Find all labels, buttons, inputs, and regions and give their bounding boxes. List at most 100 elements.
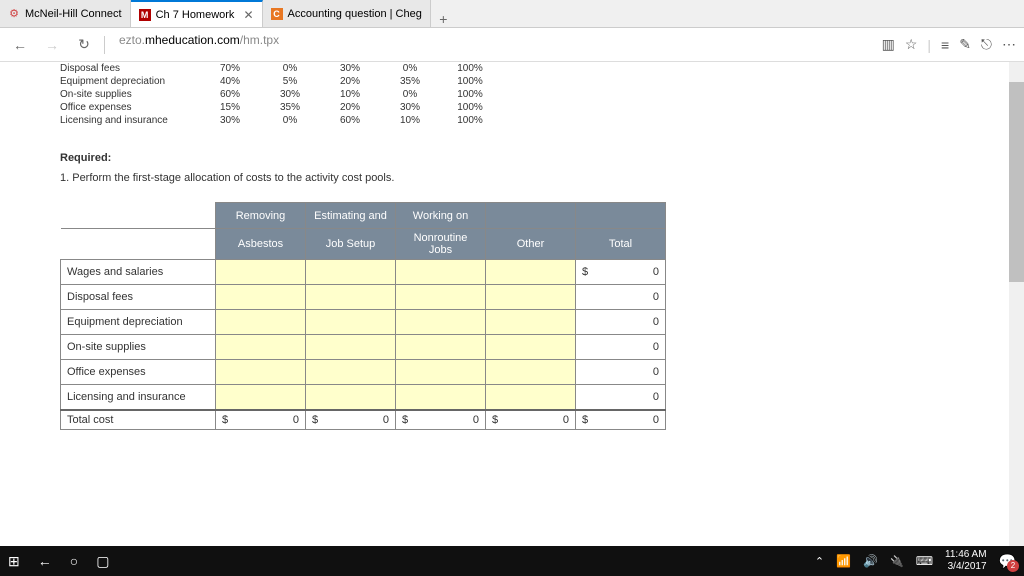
- input-cell[interactable]: [486, 285, 576, 310]
- amount-input[interactable]: [222, 388, 299, 406]
- tab-item[interactable]: C Accounting question | Cheg: [263, 0, 431, 27]
- input-cell[interactable]: [216, 360, 306, 385]
- amount-input[interactable]: [222, 263, 299, 281]
- cell: 0%: [260, 62, 320, 75]
- cell: 30%: [200, 114, 260, 127]
- input-cell[interactable]: [486, 335, 576, 360]
- input-cell[interactable]: [306, 285, 396, 310]
- total-cell: $0: [396, 410, 486, 430]
- input-cell[interactable]: [396, 385, 486, 411]
- amount-input[interactable]: [492, 288, 569, 306]
- amount-input[interactable]: [222, 288, 299, 306]
- amount-input[interactable]: [492, 363, 569, 381]
- amount-input[interactable]: [402, 263, 479, 281]
- total-cell: 0: [576, 310, 666, 335]
- forward-button[interactable]: →: [40, 33, 64, 57]
- amount-input[interactable]: [312, 363, 389, 381]
- col-header: Asbestos: [216, 229, 306, 260]
- taskview-icon[interactable]: ▢: [96, 553, 109, 570]
- power-icon[interactable]: 🔌: [890, 555, 904, 568]
- input-cell[interactable]: [306, 310, 396, 335]
- input-cell[interactable]: [486, 385, 576, 411]
- amount-input[interactable]: [492, 313, 569, 331]
- input-cell[interactable]: [396, 285, 486, 310]
- input-cell[interactable]: [396, 335, 486, 360]
- amount-input[interactable]: [402, 288, 479, 306]
- amount-input[interactable]: [312, 338, 389, 356]
- input-cell[interactable]: [486, 360, 576, 385]
- total-cell: 0: [576, 285, 666, 310]
- input-cell[interactable]: [306, 385, 396, 411]
- tab-item-active[interactable]: M Ch 7 Homework ✕: [131, 0, 263, 27]
- amount-input[interactable]: [222, 338, 299, 356]
- table-row: Office expenses15%35%20%30%100%: [60, 101, 500, 114]
- tray-icon[interactable]: ⌃: [815, 555, 824, 568]
- input-cell[interactable]: [306, 335, 396, 360]
- cell: 60%: [200, 88, 260, 101]
- hub-icon[interactable]: ≡: [941, 37, 949, 53]
- cell: 100%: [440, 114, 500, 127]
- cell: 15%: [200, 101, 260, 114]
- amount-input[interactable]: [222, 363, 299, 381]
- input-cell[interactable]: [216, 310, 306, 335]
- input-cell[interactable]: [486, 310, 576, 335]
- amount-input[interactable]: [402, 388, 479, 406]
- input-cell[interactable]: [216, 385, 306, 411]
- input-cell[interactable]: [396, 310, 486, 335]
- input-cell[interactable]: [396, 360, 486, 385]
- input-cell[interactable]: [216, 260, 306, 285]
- tab-label: McNeil-Hill Connect: [25, 8, 122, 20]
- amount-input[interactable]: [492, 263, 569, 281]
- input-cell[interactable]: [306, 360, 396, 385]
- input-cell[interactable]: [216, 335, 306, 360]
- close-icon[interactable]: ✕: [243, 8, 253, 22]
- reading-view-icon[interactable]: ▥: [882, 36, 895, 53]
- amount-input[interactable]: [492, 338, 569, 356]
- amount-input[interactable]: [402, 338, 479, 356]
- refresh-button[interactable]: ↻: [72, 33, 96, 57]
- taskbar: ⊞ ← ○ ▢ ⌃ 📶 🔊 🔌 ⌨ 11:46 AM 3/4/2017 💬2: [0, 546, 1024, 576]
- wifi-icon[interactable]: 📶: [836, 554, 851, 568]
- amount-input[interactable]: [402, 313, 479, 331]
- table-row: Wages and salaries$0: [61, 260, 666, 285]
- volume-icon[interactable]: 🔊: [863, 554, 878, 568]
- amount-input[interactable]: [312, 263, 389, 281]
- more-icon[interactable]: ⋯: [1002, 36, 1016, 53]
- amount-input[interactable]: [312, 388, 389, 406]
- input-cell[interactable]: [486, 260, 576, 285]
- percentage-table: Disposal fees70%0%30%0%100%Equipment dep…: [60, 62, 500, 127]
- table-row: Equipment depreciation40%5%20%35%100%: [60, 75, 500, 88]
- url-field[interactable]: ezto.mheducation.com/hm.tpx: [113, 33, 874, 57]
- table-row: On-site supplies0: [61, 335, 666, 360]
- start-button[interactable]: ⊞: [8, 553, 20, 570]
- row-label: Equipment depreciation: [61, 310, 216, 335]
- note-icon[interactable]: ✎: [959, 36, 971, 53]
- input-cell[interactable]: [306, 260, 396, 285]
- keyboard-icon[interactable]: ⌨: [916, 554, 933, 568]
- amount-input[interactable]: [222, 313, 299, 331]
- notification-icon[interactable]: 💬2: [999, 553, 1016, 570]
- page-content: Disposal fees70%0%30%0%100%Equipment dep…: [0, 62, 1024, 546]
- tab-label: Ch 7 Homework: [156, 9, 235, 21]
- scrollbar-thumb[interactable]: [1009, 82, 1024, 282]
- back-button[interactable]: ←: [8, 33, 32, 57]
- favorite-icon[interactable]: ☆: [905, 36, 918, 53]
- input-cell[interactable]: [216, 285, 306, 310]
- tab-item[interactable]: ⚙ McNeil-Hill Connect: [0, 0, 131, 27]
- amount-input[interactable]: [312, 288, 389, 306]
- row-label: Equipment depreciation: [60, 75, 200, 88]
- taskview-back-icon[interactable]: ←: [38, 553, 52, 569]
- amount-input[interactable]: [312, 313, 389, 331]
- new-tab-button[interactable]: +: [431, 11, 456, 27]
- row-label: On-site supplies: [60, 88, 200, 101]
- scrollbar[interactable]: [1009, 62, 1024, 546]
- clock[interactable]: 11:46 AM 3/4/2017: [945, 549, 987, 573]
- amount-input[interactable]: [402, 363, 479, 381]
- cell: 20%: [320, 75, 380, 88]
- input-cell[interactable]: [396, 260, 486, 285]
- cell: 100%: [440, 75, 500, 88]
- amount-input[interactable]: [492, 388, 569, 406]
- cortana-icon[interactable]: ○: [70, 553, 78, 569]
- row-label: Office expenses: [60, 101, 200, 114]
- share-icon[interactable]: ⎋: [981, 36, 992, 53]
